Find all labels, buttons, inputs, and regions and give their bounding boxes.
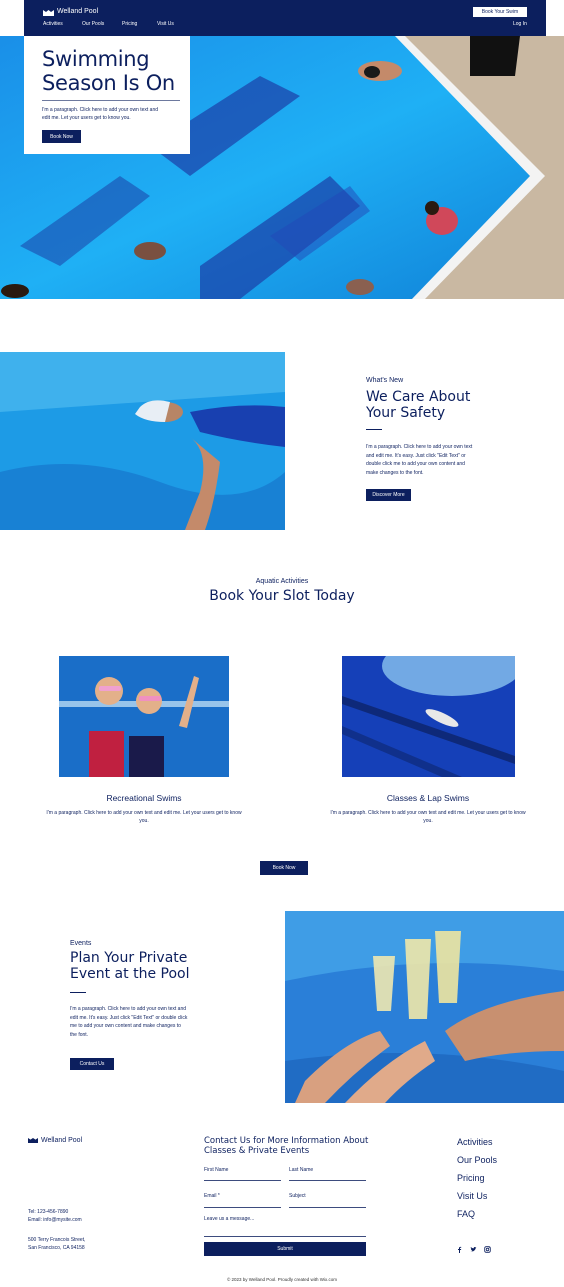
hero-divider	[42, 100, 180, 101]
email-field[interactable]	[204, 1207, 281, 1208]
classes-lap-swims-paragraph: I'm a paragraph. Click here to add your …	[330, 810, 526, 824]
recreational-swims-title: Recreational Swims	[106, 793, 182, 803]
footer-link-visit-us[interactable]: Visit Us	[457, 1191, 487, 1201]
classes-lap-swims-image	[342, 656, 515, 777]
email-label: Email *	[204, 1193, 220, 1199]
hero-title: Swimming Season Is On	[42, 47, 175, 95]
nav-pricing[interactable]: Pricing	[122, 21, 137, 27]
subject-label: Subject	[289, 1193, 306, 1199]
contact-us-button[interactable]: Contact Us	[70, 1058, 114, 1070]
last-name-field[interactable]	[289, 1180, 366, 1181]
footer-link-our-pools[interactable]: Our Pools	[457, 1155, 497, 1165]
nav-our-pools[interactable]: Our Pools	[82, 21, 104, 27]
copyright: © 2023 by Welland Pool. Proudly created …	[226, 1277, 338, 1282]
nav-visit-us[interactable]: Visit Us	[157, 21, 174, 27]
safety-eyebrow: What's New	[366, 377, 404, 384]
hero-paragraph: I'm a paragraph. Click here to add your …	[42, 107, 159, 121]
footer-logo-icon	[28, 1138, 38, 1143]
activities-book-now-button[interactable]: Book Now	[260, 861, 308, 875]
events-eyebrow: Events	[70, 940, 92, 947]
first-name-label: First Name	[204, 1167, 229, 1173]
footer-email[interactable]: Email: info@mysite.com	[28, 1216, 82, 1225]
events-image	[285, 911, 564, 1103]
recreational-swims-image	[59, 656, 229, 777]
events-paragraph: I'm a paragraph. Click here to add your …	[70, 1006, 188, 1038]
last-name-label: Last Name	[289, 1167, 314, 1173]
recreational-swims-paragraph: I'm a paragraph. Click here to add your …	[46, 810, 242, 824]
discover-more-button[interactable]: Discover More	[366, 489, 411, 501]
safety-image	[0, 352, 285, 530]
submit-button[interactable]: Submit	[204, 1242, 366, 1256]
hero-book-now-button[interactable]: Book Now	[42, 130, 81, 143]
book-your-swim-button[interactable]: Book Your Swim	[473, 7, 527, 17]
safety-divider	[366, 429, 382, 430]
login-link[interactable]: Log In	[513, 21, 527, 27]
subject-field[interactable]	[289, 1207, 366, 1208]
site-logo[interactable]: Welland Pool	[57, 8, 98, 15]
facebook-icon[interactable]	[456, 1246, 463, 1253]
classes-lap-swims-title: Classes & Lap Swims	[386, 793, 470, 803]
footer-address-line-2: San Francisco, CA 94158	[28, 1245, 85, 1251]
contact-form-title: Contact Us for More Information About Cl…	[204, 1136, 369, 1156]
footer-link-faq[interactable]: FAQ	[457, 1209, 475, 1219]
footer-logo[interactable]: Welland Pool	[41, 1137, 82, 1144]
site-header	[24, 0, 546, 36]
message-label: Leave us a message...	[204, 1216, 255, 1222]
safety-title: We Care About Your Safety	[366, 389, 471, 421]
events-divider	[70, 992, 86, 993]
activities-title: Book Your Slot Today	[209, 588, 355, 604]
footer-link-pricing[interactable]: Pricing	[457, 1173, 485, 1183]
footer-link-activities[interactable]: Activities	[457, 1137, 493, 1147]
twitter-icon[interactable]	[470, 1246, 477, 1253]
activities-eyebrow: Aquatic Activities	[255, 578, 309, 585]
events-title: Plan Your Private Event at the Pool	[70, 950, 190, 982]
message-field[interactable]	[204, 1236, 366, 1237]
nav-activities[interactable]: Activities	[43, 21, 63, 27]
first-name-field[interactable]	[204, 1180, 281, 1181]
safety-paragraph: I'm a paragraph. Click here to add your …	[366, 444, 473, 476]
logo-icon	[43, 10, 54, 16]
instagram-icon[interactable]	[484, 1246, 491, 1253]
